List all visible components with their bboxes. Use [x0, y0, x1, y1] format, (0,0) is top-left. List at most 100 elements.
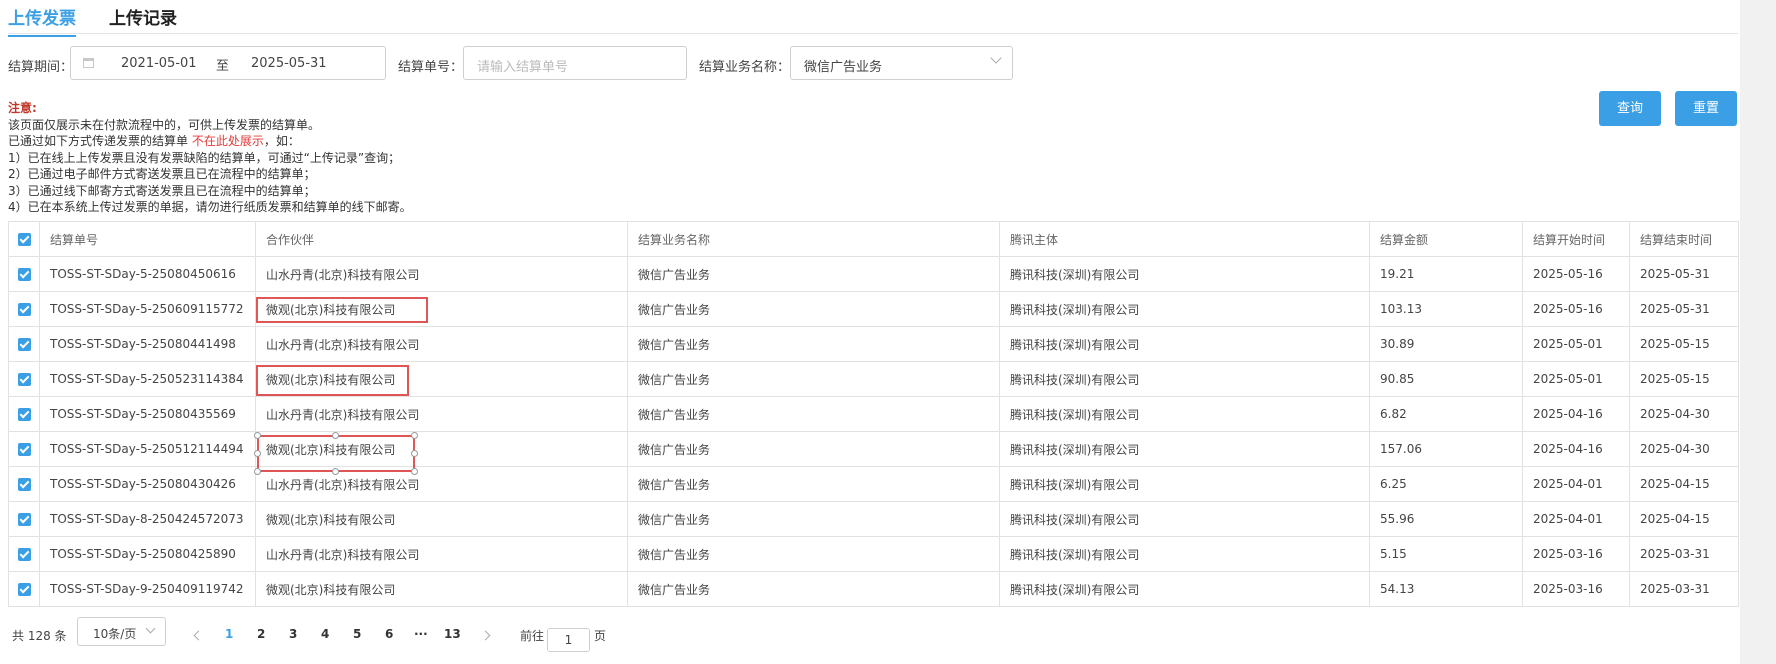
resize-handle[interactable] — [254, 432, 261, 439]
cell-partner: 微观(北京)科技有限公司 — [255, 361, 628, 397]
cell-amount: 30.89 — [1369, 326, 1523, 362]
cell-partner: 山水丹青(北京)科技有限公司 — [255, 396, 628, 432]
col-header-end-time[interactable]: 结算结束时间 — [1629, 221, 1739, 257]
date-range-picker[interactable]: 2021-05-01 至 2025-05-31 — [70, 46, 386, 80]
table-row[interactable]: TOSS-ST-SDay-5-25080430426 山水丹青(北京)科技有限公… — [8, 466, 1739, 502]
page-5[interactable]: 5 — [353, 627, 361, 641]
invoice-upload-page: 上传发票 上传记录 结算期间： 2021-05-01 至 2025-05-31 … — [0, 0, 1740, 664]
page-1[interactable]: 1 — [225, 627, 233, 641]
cell-amount: 5.15 — [1369, 536, 1523, 572]
cell-start-time: 2025-05-16 — [1522, 291, 1630, 327]
cell-business-name: 微信广告业务 — [627, 431, 1000, 467]
business-name-select[interactable]: 微信广告业务 — [790, 46, 1013, 80]
row-checkbox[interactable] — [17, 303, 31, 316]
cell-end-time: 2025-04-30 — [1629, 396, 1739, 432]
cell-end-time: 2025-05-15 — [1629, 326, 1739, 362]
cell-order-no: TOSS-ST-SDay-5-25080430426 — [39, 466, 256, 502]
table-header-row: 结算单号 合作伙伴 结算业务名称 腾讯主体 结算金额 结算开始时间 结算结束时间 — [8, 221, 1739, 257]
table-row[interactable]: TOSS-ST-SDay-5-25080435569 山水丹青(北京)科技有限公… — [8, 396, 1739, 432]
resize-handle[interactable] — [332, 468, 339, 475]
cell-business-name: 微信广告业务 — [627, 571, 1000, 607]
col-header-amount[interactable]: 结算金额 — [1369, 221, 1523, 257]
start-date-input[interactable]: 2021-05-01 — [121, 56, 197, 71]
cell-tencent-entity: 腾讯科技(深圳)有限公司 — [999, 501, 1370, 537]
col-header-start-time[interactable]: 结算开始时间 — [1522, 221, 1630, 257]
row-checkbox[interactable] — [17, 478, 31, 491]
row-checkbox[interactable] — [17, 338, 31, 351]
next-page-icon[interactable] — [480, 630, 491, 641]
resize-handle[interactable] — [254, 450, 261, 457]
cell-amount: 19.21 — [1369, 256, 1523, 292]
goto-page-input[interactable]: 1 — [547, 628, 590, 652]
cell-partner: 微观(北京)科技有限公司 — [255, 291, 628, 327]
cell-partner: 微观(北京)科技有限公司 — [255, 571, 628, 607]
table-row[interactable]: TOSS-ST-SDay-5-25080425890 山水丹青(北京)科技有限公… — [8, 536, 1739, 572]
row-checkbox[interactable] — [17, 373, 31, 386]
row-checkbox[interactable] — [17, 583, 31, 596]
query-button[interactable]: 查询 — [1599, 91, 1661, 126]
cell-tencent-entity: 腾讯科技(深圳)有限公司 — [999, 466, 1370, 502]
cell-tencent-entity: 腾讯科技(深圳)有限公司 — [999, 431, 1370, 467]
cell-start-time: 2025-05-01 — [1522, 326, 1630, 362]
col-header-tencent-entity[interactable]: 腾讯主体 — [999, 221, 1370, 257]
goto-unit: 页 — [594, 629, 607, 643]
table-row[interactable]: TOSS-ST-SDay-5-250512114494 微观(北京)科技有限公司… — [8, 431, 1739, 467]
page-ellipsis[interactable]: ··· — [414, 627, 428, 641]
resize-handle[interactable] — [411, 468, 418, 475]
table-row[interactable]: TOSS-ST-SDay-8-250424572073 微观(北京)科技有限公司… — [8, 501, 1739, 537]
notice-block: 注意: 该页面仅展示未在付款流程中的，可供上传发票的结算单。 已通过如下方式传递… — [8, 100, 412, 216]
cell-partner: 山水丹青(北京)科技有限公司 — [255, 256, 628, 292]
col-header-order-no[interactable]: 结算单号 — [39, 221, 256, 257]
calendar-icon — [83, 58, 94, 68]
order-number-input[interactable]: 请输入结算单号 — [463, 46, 687, 80]
order-number-placeholder: 请输入结算单号 — [477, 60, 569, 75]
page-6[interactable]: 6 — [385, 627, 393, 641]
row-checkbox[interactable] — [17, 513, 31, 526]
notice-title: 注意: — [8, 101, 37, 115]
tab-upload-invoice[interactable]: 上传发票 — [8, 4, 76, 37]
select-all-checkbox[interactable] — [17, 233, 31, 246]
resize-handle[interactable] — [254, 468, 261, 475]
page-13[interactable]: 13 — [444, 627, 461, 641]
cell-tencent-entity: 腾讯科技(深圳)有限公司 — [999, 361, 1370, 397]
resize-handle[interactable] — [411, 450, 418, 457]
resize-handle[interactable] — [411, 432, 418, 439]
row-checkbox[interactable] — [17, 408, 31, 421]
cell-partner: 山水丹青(北京)科技有限公司 — [255, 466, 628, 502]
end-date-input[interactable]: 2025-05-31 — [251, 56, 327, 71]
table-row[interactable]: TOSS-ST-SDay-5-250523114384 微观(北京)科技有限公司… — [8, 361, 1739, 397]
cell-partner: 山水丹青(北京)科技有限公司 — [255, 536, 628, 572]
business-name-selected: 微信广告业务 — [804, 60, 883, 75]
chevron-down-icon — [990, 52, 1002, 64]
page-3[interactable]: 3 — [289, 627, 297, 641]
page-size-select[interactable]: 10条/页 — [77, 617, 166, 646]
cell-start-time: 2025-04-01 — [1522, 466, 1630, 502]
table-row[interactable]: TOSS-ST-SDay-5-25080441498 山水丹青(北京)科技有限公… — [8, 326, 1739, 362]
cell-order-no: TOSS-ST-SDay-5-250523114384 — [39, 361, 256, 397]
cell-business-name: 微信广告业务 — [627, 536, 1000, 572]
prev-page-icon[interactable] — [193, 630, 204, 641]
cell-business-name: 微信广告业务 — [627, 396, 1000, 432]
tab-upload-records[interactable]: 上传记录 — [109, 4, 177, 35]
cell-tencent-entity: 腾讯科技(深圳)有限公司 — [999, 291, 1370, 327]
cell-start-time: 2025-03-16 — [1522, 571, 1630, 607]
reset-button[interactable]: 重置 — [1675, 91, 1737, 126]
cell-business-name: 微信广告业务 — [627, 361, 1000, 397]
row-checkbox[interactable] — [17, 548, 31, 561]
table-row[interactable]: TOSS-ST-SDay-9-250409119742 微观(北京)科技有限公司… — [8, 571, 1739, 607]
cell-partner: 微观(北京)科技有限公司 — [255, 431, 628, 467]
row-checkbox[interactable] — [17, 268, 31, 281]
business-name-label: 结算业务名称： — [699, 60, 791, 75]
col-header-business-name[interactable]: 结算业务名称 — [627, 221, 1000, 257]
table-row[interactable]: TOSS-ST-SDay-5-250609115772 微观(北京)科技有限公司… — [8, 291, 1739, 327]
cell-business-name: 微信广告业务 — [627, 291, 1000, 327]
vertical-scrollbar[interactable] — [1740, 0, 1776, 664]
page-4[interactable]: 4 — [321, 627, 329, 641]
page-2[interactable]: 2 — [257, 627, 265, 641]
notice-item: 4）已在本系统上传过发票的单据，请勿进行纸质发票和结算单的线下邮寄。 — [8, 200, 412, 214]
row-checkbox[interactable] — [17, 443, 31, 456]
table-row[interactable]: TOSS-ST-SDay-5-25080450616 山水丹青(北京)科技有限公… — [8, 256, 1739, 292]
resize-handle[interactable] — [332, 432, 339, 439]
col-header-partner[interactable]: 合作伙伴 — [255, 221, 628, 257]
cell-end-time: 2025-05-31 — [1629, 256, 1739, 292]
